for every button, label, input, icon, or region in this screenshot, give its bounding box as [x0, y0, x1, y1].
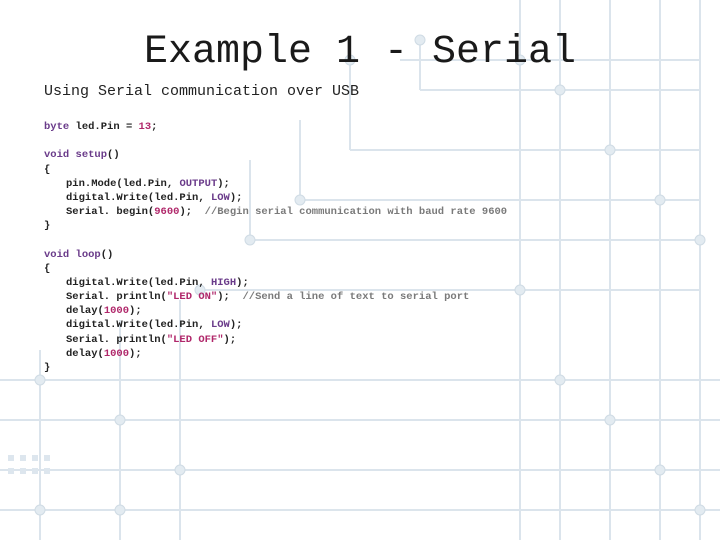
code-line: digital.Write(led.Pin, HIGH); — [44, 276, 680, 290]
slide-subtitle: Using Serial communication over USB — [44, 83, 680, 100]
code-line: Serial. println("LED OFF"); — [44, 333, 680, 347]
code-line: { — [44, 163, 680, 177]
code-line: void loop() — [44, 248, 680, 262]
code-line: } — [44, 361, 680, 375]
code-line: byte led.Pin = 13; — [44, 120, 680, 134]
code-line: digital.Write(led.Pin, LOW); — [44, 318, 680, 332]
slide-content: Example 1 - Serial Using Serial communic… — [0, 0, 720, 375]
code-line: pin.Mode(led.Pin, OUTPUT); — [44, 177, 680, 191]
code-line: } — [44, 219, 680, 233]
code-line: Serial. begin(9600); //Begin serial comm… — [44, 205, 680, 219]
code-block: byte led.Pin = 13; void setup() { pin.Mo… — [44, 120, 680, 375]
code-line: delay(1000); — [44, 304, 680, 318]
code-line: digital.Write(led.Pin, LOW); — [44, 191, 680, 205]
code-line: delay(1000); — [44, 347, 680, 361]
slide-title: Example 1 - Serial — [40, 30, 680, 75]
code-line: void setup() — [44, 148, 680, 162]
code-line: { — [44, 262, 680, 276]
code-line: Serial. println("LED ON"); //Send a line… — [44, 290, 680, 304]
